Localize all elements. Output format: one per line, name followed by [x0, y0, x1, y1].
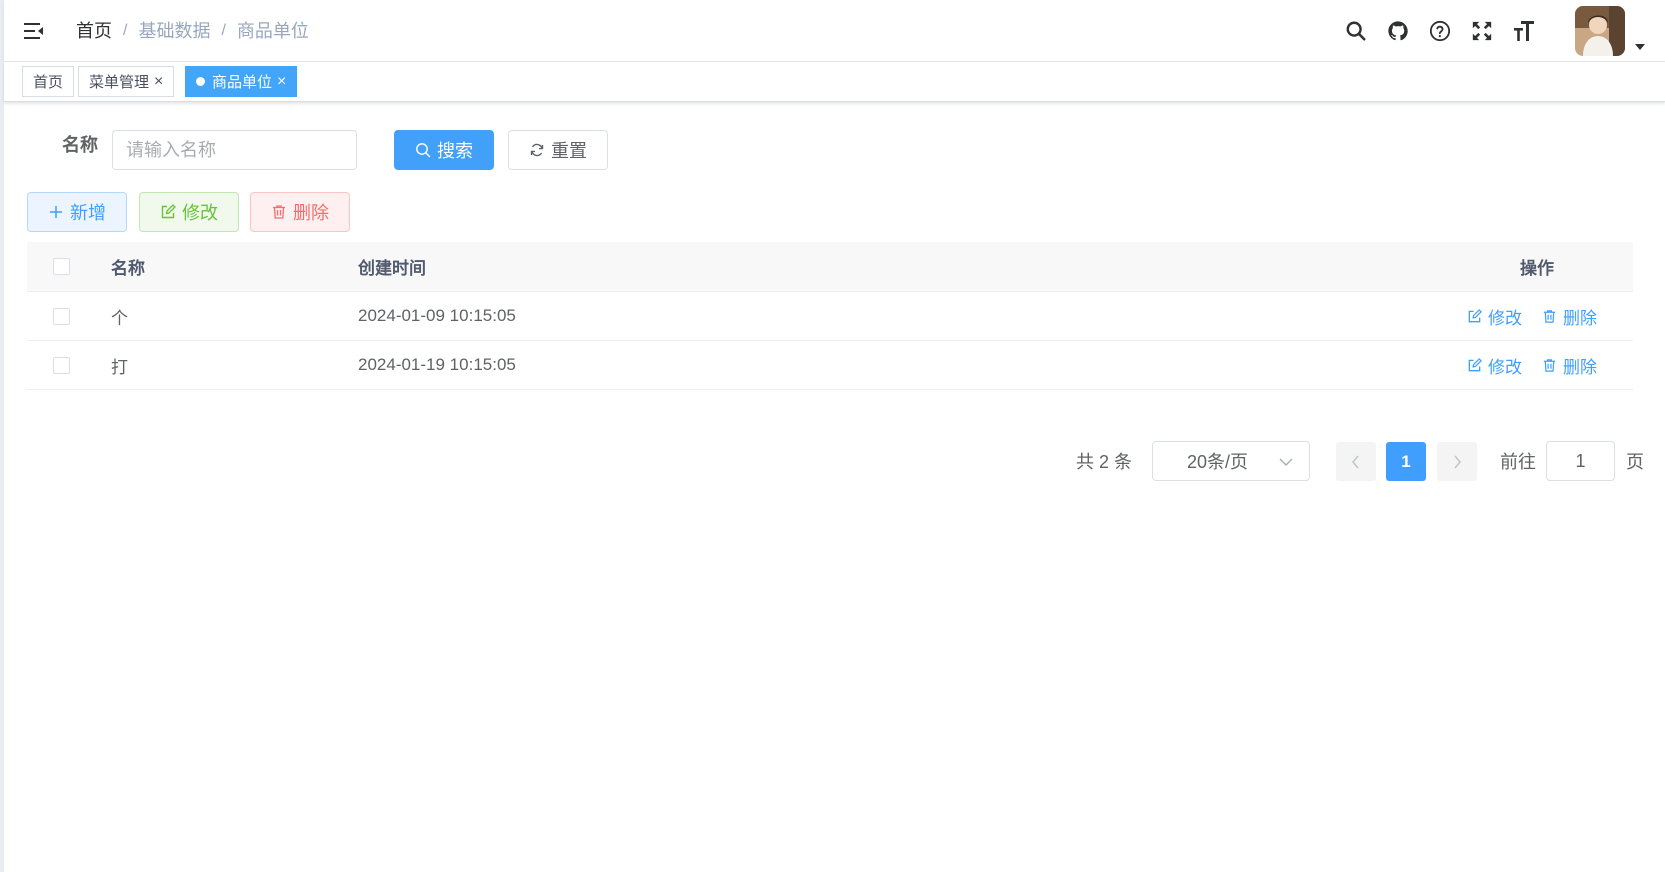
help-icon[interactable]	[1426, 17, 1454, 45]
data-table: 名称 创建时间 操作 个 2024-01-09 10:15:05 修改 删除 打…	[27, 242, 1633, 390]
right-menu	[1335, 0, 1645, 62]
page-suffix: 页	[1626, 452, 1644, 472]
delete-button[interactable]: 删除	[250, 192, 350, 232]
tag-menu-management[interactable]: 菜单管理 ×	[78, 66, 175, 97]
chevron-left-icon	[1352, 455, 1359, 468]
edit-icon	[161, 204, 176, 219]
page-size-select[interactable]: 20条/页	[1152, 441, 1310, 481]
plus-icon	[50, 206, 62, 218]
table-row: 个 2024-01-09 10:15:05 修改 删除	[27, 292, 1633, 341]
breadcrumb: 首页 / 基础数据 / 商品单位	[76, 19, 309, 43]
row-edit-label: 修改	[1488, 308, 1522, 328]
github-icon[interactable]	[1384, 17, 1412, 45]
breadcrumb-separator: /	[123, 22, 128, 39]
edit-button-label: 修改	[182, 203, 218, 223]
row-delete-button[interactable]: 删除	[1542, 304, 1597, 329]
font-size-icon[interactable]	[1510, 17, 1538, 45]
row-delete-label: 删除	[1563, 308, 1597, 328]
tag-label: 首页	[33, 74, 64, 91]
breadcrumb-separator: /	[221, 22, 226, 39]
cell-name: 打	[111, 357, 128, 377]
cell-name: 个	[111, 308, 128, 328]
row-checkbox[interactable]	[53, 307, 70, 325]
edit-icon	[1468, 308, 1482, 322]
column-header-actions: 操作	[1520, 259, 1554, 278]
table-row: 打 2024-01-19 10:15:05 修改 删除	[27, 341, 1633, 390]
reset-button-label: 重置	[551, 141, 587, 161]
breadcrumb-item-current: 商品单位	[236, 21, 309, 41]
row-edit-label: 修改	[1488, 357, 1522, 377]
delete-button-label: 删除	[293, 203, 329, 223]
close-icon[interactable]: ×	[277, 73, 286, 90]
goto-label: 前往	[1500, 452, 1536, 472]
sidebar-edge	[0, 0, 4, 872]
goto-page-input[interactable]	[1546, 441, 1615, 481]
active-dot-icon	[196, 77, 205, 86]
column-header-created: 创建时间	[358, 259, 426, 278]
tag-label: 商品单位	[212, 74, 273, 91]
prev-page-button[interactable]	[1336, 442, 1376, 481]
search-button[interactable]: 搜索	[394, 130, 494, 170]
avatar[interactable]	[1575, 6, 1625, 56]
next-page-button[interactable]	[1437, 442, 1477, 481]
tag-label: 菜单管理	[89, 74, 150, 91]
edit-button[interactable]: 修改	[139, 192, 239, 232]
navbar: 首页 / 基础数据 / 商品单位	[4, 0, 1665, 62]
hamburger-icon[interactable]	[22, 19, 46, 43]
select-all-checkbox[interactable]	[53, 258, 70, 275]
user-menu[interactable]	[1575, 6, 1645, 56]
column-header-name: 名称	[111, 259, 145, 278]
cell-created: 2024-01-09 10:15:05	[358, 306, 516, 325]
chevron-down-icon	[1635, 44, 1645, 50]
search-icon	[416, 143, 431, 158]
tags-view: 首页 菜单管理 × 商品单位 ×	[4, 62, 1665, 102]
breadcrumb-item-basic-data: 基础数据	[138, 21, 211, 41]
trash-icon	[1543, 309, 1556, 323]
row-delete-label: 删除	[1563, 357, 1597, 377]
page-size-value: 20条/页	[1187, 452, 1249, 472]
row-delete-button[interactable]: 删除	[1542, 353, 1597, 378]
cell-created: 2024-01-19 10:15:05	[358, 355, 516, 374]
name-search-input[interactable]	[112, 130, 357, 170]
chevron-right-icon	[1454, 455, 1461, 468]
add-button-label: 新增	[70, 203, 106, 223]
chevron-down-icon	[1279, 458, 1293, 466]
search-button-label: 搜索	[437, 141, 473, 161]
row-checkbox[interactable]	[53, 356, 70, 374]
close-icon[interactable]: ×	[154, 73, 163, 90]
row-edit-button[interactable]: 修改	[1467, 304, 1522, 329]
table-header: 名称 创建时间 操作	[27, 242, 1633, 292]
add-button[interactable]: 新增	[27, 192, 127, 232]
pagination-total: 共 2 条	[1076, 452, 1133, 472]
fullscreen-icon[interactable]	[1468, 17, 1496, 45]
breadcrumb-item-home[interactable]: 首页	[76, 19, 112, 43]
trash-icon	[1543, 358, 1556, 372]
name-label: 名称	[62, 135, 98, 155]
trash-icon	[273, 205, 285, 219]
edit-icon	[1468, 357, 1482, 371]
reset-button[interactable]: 重置	[508, 130, 608, 170]
search-icon[interactable]	[1342, 17, 1370, 45]
tag-product-unit[interactable]: 商品单位 ×	[185, 66, 298, 97]
row-edit-button[interactable]: 修改	[1467, 353, 1522, 378]
tag-home[interactable]: 首页	[22, 66, 75, 97]
page-number-1[interactable]: 1	[1386, 442, 1426, 481]
refresh-icon	[530, 143, 544, 157]
